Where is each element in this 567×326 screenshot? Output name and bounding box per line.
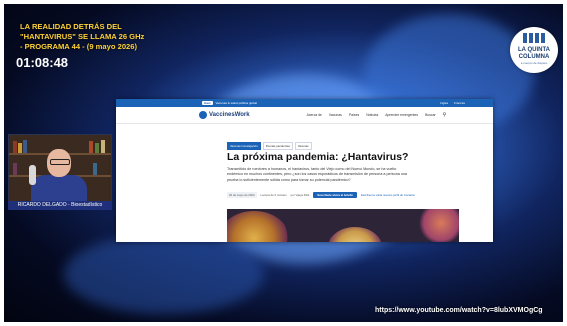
search-icon[interactable]: ⚲	[443, 112, 447, 118]
nav-item[interactable]: Buscar	[425, 113, 436, 117]
tag[interactable]: Puertas pandemias	[262, 142, 293, 150]
background-glow	[64, 234, 264, 314]
tag[interactable]: Vacunas Investigación	[227, 142, 261, 150]
site-topbar: Gavi Vacunas & salud pública global Ingl…	[116, 99, 493, 107]
nav-item[interactable]: Aprender emergentes	[385, 113, 418, 117]
book	[23, 140, 27, 153]
book	[93, 163, 97, 175]
logo-tagline: a cuerpo de disparo	[520, 61, 548, 65]
tag[interactable]: Vacunas	[294, 142, 312, 150]
nav-item[interactable]: Países	[349, 113, 359, 117]
microphone-icon	[29, 165, 36, 185]
article-tags: Vacunas Investigación Puertas pandemias …	[227, 142, 312, 150]
program-title: LA REALIDAD DETRÁS DEL "HANTAVIRUS" SE L…	[20, 22, 144, 52]
speaker-caption: RICARDO DELGADO - Bioestadístico	[8, 201, 112, 210]
topbar-link[interactable]: Ingles	[440, 101, 448, 105]
topbar-link[interactable]: Francés	[454, 101, 465, 105]
nav-item[interactable]: Acerca de	[307, 113, 322, 117]
source-url: https://www.youtube.com/watch?v=8lubXVMO…	[375, 307, 543, 314]
program-title-line: LA REALIDAD DETRÁS DEL	[20, 22, 122, 31]
vaccineswork-logo-icon[interactable]	[199, 111, 207, 119]
book	[13, 163, 17, 175]
website-screenshot: Gavi Vacunas & salud pública global Ingl…	[116, 99, 493, 242]
speaker-webcam	[8, 134, 112, 210]
book	[18, 143, 22, 153]
article-lead: Transmitido de roedores a humanos, el ha…	[227, 167, 407, 182]
channel-logo: LA QUINTA COLUMNA a cuerpo de disparo	[510, 27, 558, 73]
program-title-line: "HANTAVIRUS" SE LLAMA 26 GHz	[20, 32, 145, 41]
book	[13, 141, 17, 153]
logo-line: LA QUINTA	[518, 47, 550, 53]
virus-particle-icon	[417, 209, 459, 242]
nav-item[interactable]: Vacunas	[329, 113, 342, 117]
article-author[interactable]: por Vijaya Patil	[291, 193, 310, 197]
book	[101, 140, 105, 153]
logo-bars-icon	[523, 33, 545, 43]
subscribe-button[interactable]: Suscríbete ahora al boletín	[313, 192, 357, 198]
read-time: Lectura de 6 minutos	[260, 193, 287, 197]
gavi-logo[interactable]: Gavi	[202, 101, 213, 105]
article-headline: La próxima pandemia: ¿Hantavirus?	[227, 151, 409, 163]
article-meta: 20 de mayo de 2024 Lectura de 6 minutos …	[227, 192, 415, 198]
hero-image	[227, 209, 459, 242]
topbar-text: Vacunas & salud pública global	[215, 101, 257, 105]
site-navbar: VaccinesWork Acerca de Vacunas Países No…	[116, 107, 493, 124]
virus-particle-icon	[327, 227, 383, 242]
logo-line: COLUMNA	[518, 54, 550, 60]
book	[95, 143, 99, 153]
book	[89, 141, 93, 153]
logo-text: LA QUINTA COLUMNA	[510, 47, 558, 61]
virus-particle-icon	[227, 211, 289, 242]
glasses-icon	[50, 159, 70, 165]
program-title-line: - PROGRAMA 44 - (9 mayo 2026)	[20, 42, 138, 51]
contact-link[interactable]: Escríbenos visita nuestro perfil de Cont…	[361, 193, 415, 197]
elapsed-timer: 01:08:48	[16, 55, 69, 70]
article-date: 20 de mayo de 2024	[227, 192, 257, 198]
site-brand[interactable]: VaccinesWork	[209, 112, 250, 118]
nav-item[interactable]: Noticias	[366, 113, 378, 117]
